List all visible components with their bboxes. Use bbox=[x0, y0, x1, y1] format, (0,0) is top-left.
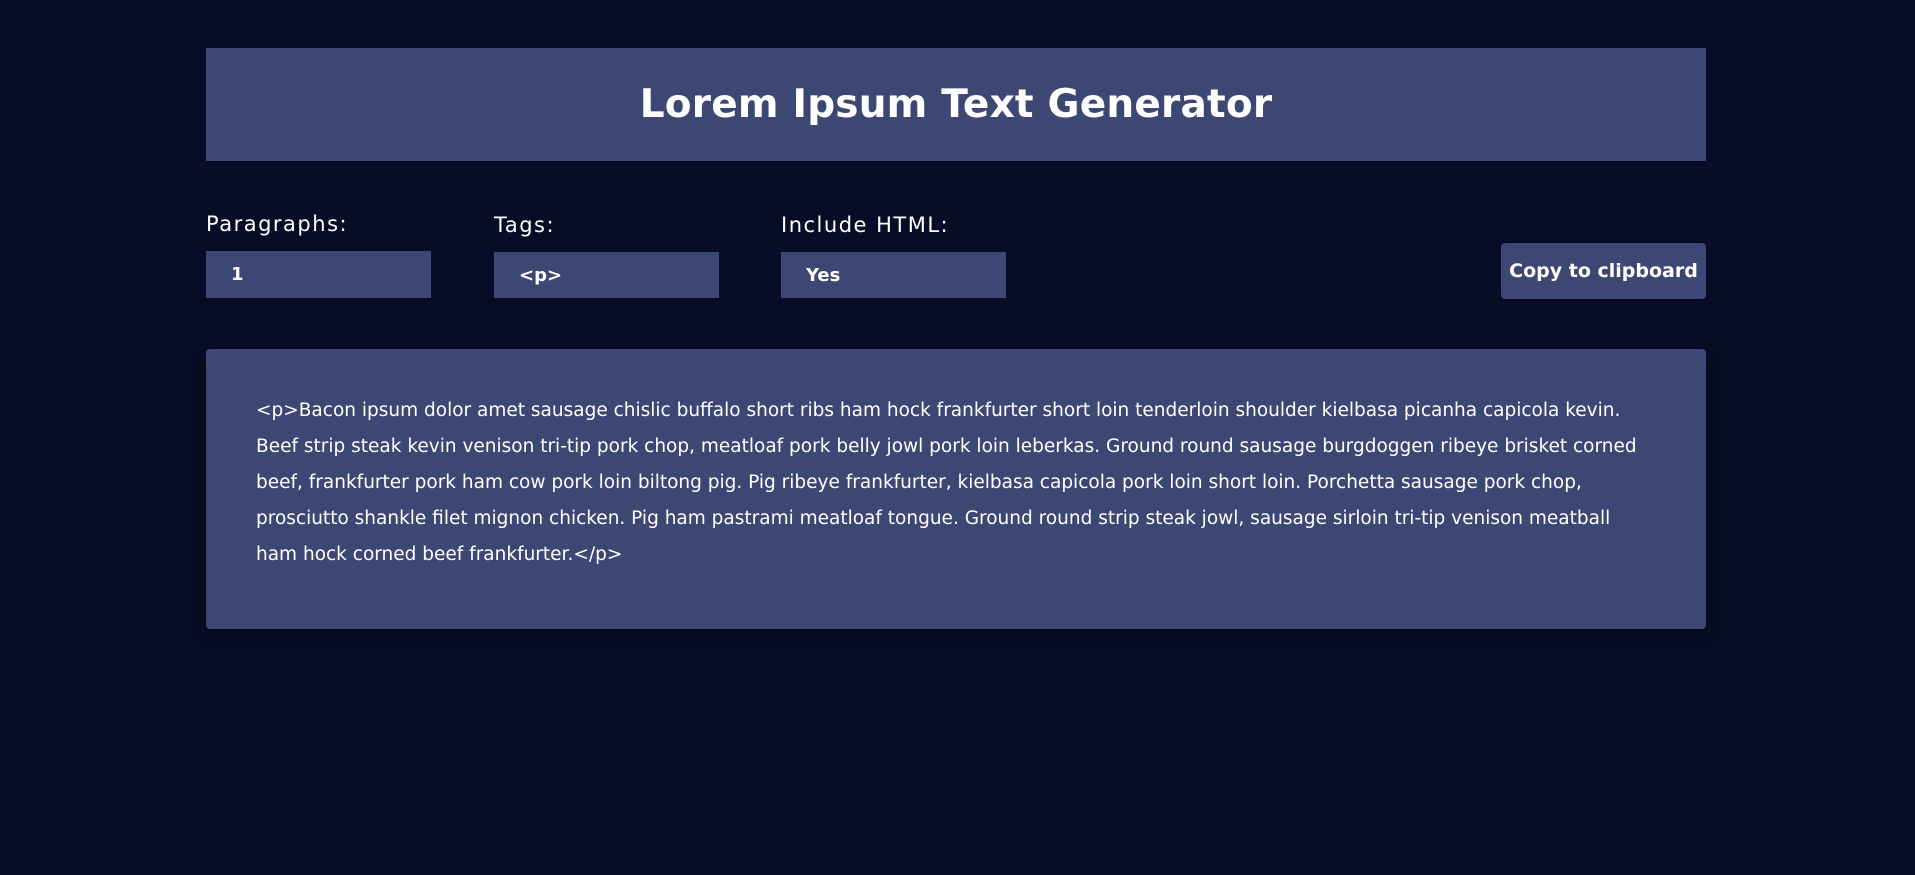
paragraphs-value: 1 bbox=[231, 264, 244, 285]
paragraphs-select[interactable]: 1 bbox=[206, 251, 431, 298]
header-banner: Lorem Ipsum Text Generator bbox=[206, 48, 1706, 161]
copy-to-clipboard-button[interactable]: Copy to clipboard bbox=[1501, 243, 1706, 299]
tags-value: <p> bbox=[519, 264, 563, 286]
tags-select[interactable]: <p> bbox=[494, 252, 719, 298]
include-html-value: Yes bbox=[806, 264, 841, 286]
include-html-label: Include HTML: bbox=[781, 213, 950, 237]
app-container: Lorem Ipsum Text Generator bbox=[206, 48, 1706, 161]
output-panel: <p>Bacon ipsum dolor amet sausage chisli… bbox=[206, 349, 1706, 629]
tags-label: Tags: bbox=[494, 213, 556, 237]
include-html-select[interactable]: Yes bbox=[781, 252, 1006, 298]
page-title: Lorem Ipsum Text Generator bbox=[639, 82, 1273, 127]
paragraphs-label: Paragraphs: bbox=[206, 212, 349, 236]
generated-text: <p>Bacon ipsum dolor amet sausage chisli… bbox=[256, 400, 1637, 565]
